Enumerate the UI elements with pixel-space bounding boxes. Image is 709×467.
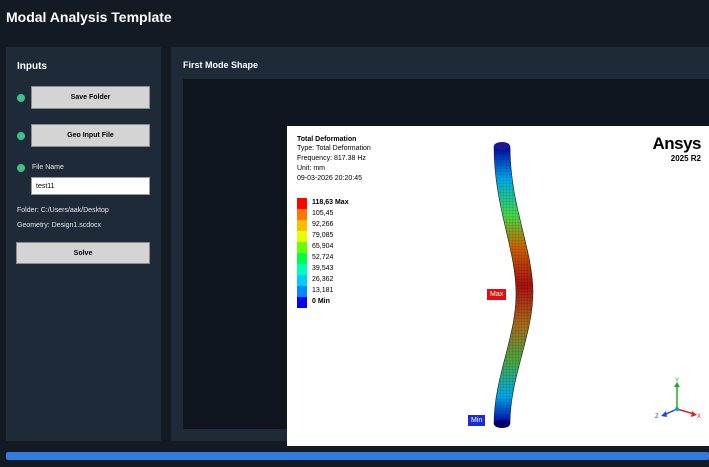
app-title: Modal Analysis Template bbox=[6, 9, 172, 25]
viewer-frame: Total Deformation Type: Total Deformatio… bbox=[183, 79, 709, 446]
file-name-input[interactable]: test11 bbox=[31, 177, 150, 195]
min-tag: Min bbox=[468, 415, 486, 426]
result-viewport[interactable]: Total Deformation Type: Total Deformatio… bbox=[287, 126, 709, 446]
mode-shape-panel: First Mode Shape Total Deformation Type:… bbox=[171, 47, 709, 446]
mode-shape-title: First Mode Shape bbox=[183, 60, 259, 70]
axis-triad bbox=[661, 382, 697, 417]
solve-button[interactable]: Solve bbox=[16, 242, 150, 264]
progress-bar bbox=[6, 452, 709, 460]
geo-input-file-button[interactable]: Geo Input File bbox=[31, 124, 150, 147]
progress-bar-fill bbox=[6, 452, 709, 460]
file-name-label: File Name bbox=[32, 164, 64, 171]
geo-input-status-dot bbox=[17, 132, 25, 140]
geometry-path-text: Geometry: Design1.scdocx bbox=[17, 222, 102, 229]
folder-path-text: Folder: C:/Users/aak/Desktop bbox=[17, 207, 109, 214]
deformed-beam bbox=[493, 142, 534, 428]
axis-y-label: Y bbox=[675, 378, 680, 384]
max-tag: Max bbox=[487, 289, 507, 300]
axis-z-label: Z bbox=[655, 414, 659, 420]
save-folder-status-dot bbox=[17, 94, 25, 102]
save-folder-button[interactable]: Save Folder bbox=[31, 86, 150, 109]
axis-x-label: X bbox=[697, 414, 702, 420]
inputs-panel: Inputs Save Folder Geo Input File File N… bbox=[6, 47, 161, 441]
inputs-title: Inputs bbox=[17, 61, 47, 72]
file-name-status-dot bbox=[17, 164, 25, 172]
